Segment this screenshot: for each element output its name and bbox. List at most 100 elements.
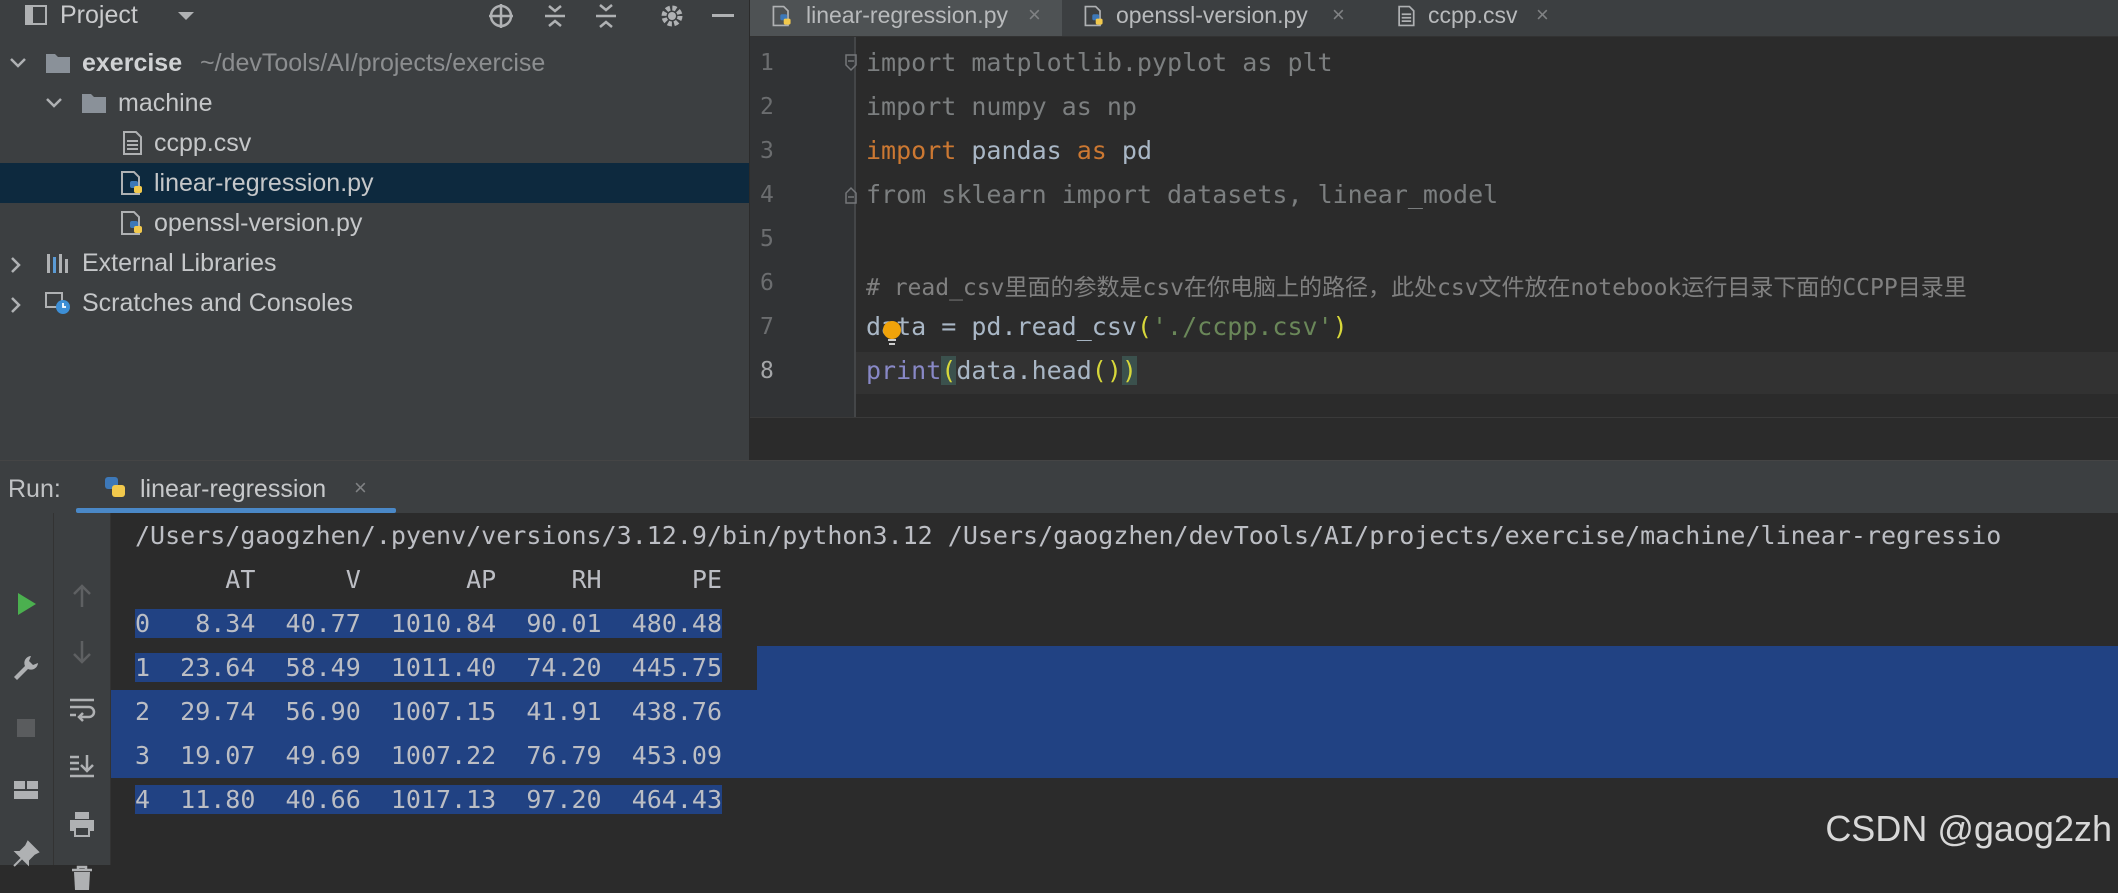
code-line-4[interactable]: from sklearn import datasets, linear_mod… xyxy=(866,180,1498,209)
trash-icon[interactable] xyxy=(67,863,97,893)
console-table-row: 2 29.74 56.90 1007.15 41.91 438.76 xyxy=(135,690,722,734)
tree-label: linear-regression.py xyxy=(154,169,374,197)
console-row-text: 4 11.80 40.66 1017.13 97.20 464.43 xyxy=(135,785,722,814)
scratches-icon xyxy=(45,292,70,314)
tree-item-linear-regression[interactable]: linear-regression.py xyxy=(0,163,749,203)
chevron-right-icon[interactable] xyxy=(8,255,24,275)
watermark: CSDN @gaog2zh xyxy=(1825,808,2112,849)
close-icon[interactable]: × xyxy=(1536,0,1549,30)
gear-icon[interactable] xyxy=(658,2,686,30)
code-line-1[interactable]: import matplotlib.pyplot as plt xyxy=(866,48,1333,77)
tree-item-ccpp-csv[interactable]: ccpp.csv xyxy=(0,123,749,163)
chevron-down-icon[interactable] xyxy=(44,95,64,111)
run-tool-window: Run: linear-regression × /Users/gaogzhen… xyxy=(0,460,2118,890)
pin-icon[interactable] xyxy=(11,839,41,869)
tree-item-exercise[interactable]: exercise ~/devTools/AI/projects/exercise xyxy=(0,43,749,83)
project-header: Project xyxy=(0,0,749,32)
tab-ccpp-csv[interactable]: ccpp.csv × xyxy=(1374,0,1574,36)
code-line-8[interactable]: print(data.head()) xyxy=(866,356,1137,385)
run-label: Run: xyxy=(8,475,61,503)
console-row-text: 1 23.64 58.49 1011.40 74.20 445.75 xyxy=(135,653,722,682)
run-toolbar-left xyxy=(0,513,54,867)
wrench-icon[interactable] xyxy=(11,653,41,683)
python-file-icon xyxy=(772,5,791,27)
line-number: 5 xyxy=(760,226,774,252)
tab-run-linear-regression[interactable]: linear-regression × xyxy=(76,461,396,513)
keyword: import xyxy=(1061,180,1152,209)
console-row-text: 3 19.07 49.69 1007.22 76.79 453.09 xyxy=(135,741,722,770)
text-selection xyxy=(757,646,2118,690)
chevron-right-icon[interactable] xyxy=(8,295,24,315)
console-row-text: 0 8.34 40.77 1010.84 90.01 480.48 xyxy=(135,609,722,638)
editor-footer xyxy=(750,417,2118,461)
keyword: as xyxy=(1242,48,1273,77)
paren: ( xyxy=(941,356,957,385)
close-icon[interactable]: × xyxy=(1028,0,1041,30)
line-number: 1 xyxy=(760,50,774,76)
text-file-icon xyxy=(123,131,142,155)
editor-tab-bar: linear-regression.py × openssl-version.p… xyxy=(750,0,2118,37)
folder-icon xyxy=(46,54,70,73)
tab-openssl-version[interactable]: openssl-version.py × xyxy=(1062,0,1374,36)
project-tool-window: Project exercise ~/devTools/AI/projects/… xyxy=(0,0,750,460)
tree-item-openssl-version[interactable]: openssl-version.py xyxy=(0,203,749,243)
collapse-all-icon[interactable] xyxy=(592,2,620,30)
tree-label: Scratches and Consoles xyxy=(82,289,353,317)
arrow-down-icon[interactable] xyxy=(67,637,97,667)
text-file-icon xyxy=(1398,5,1415,27)
tree-item-scratches[interactable]: Scratches and Consoles xyxy=(0,283,749,323)
code-text: sklearn xyxy=(926,180,1062,209)
python-file-icon xyxy=(121,171,142,195)
keyword: as xyxy=(1076,136,1107,165)
expand-all-icon[interactable] xyxy=(541,2,569,30)
project-window-icon xyxy=(25,5,47,25)
soft-wrap-icon[interactable] xyxy=(67,693,97,723)
tree-label: machine xyxy=(118,89,213,117)
close-icon[interactable]: × xyxy=(354,475,367,501)
string-literal: './ccpp.csv' xyxy=(1152,312,1333,341)
paren: () xyxy=(1091,356,1122,385)
console-table-row: 3 19.07 49.69 1007.22 76.79 453.09 xyxy=(135,734,722,778)
line-number: 4 xyxy=(760,182,774,208)
code-line-3[interactable]: import pandas as pd xyxy=(866,136,1152,165)
rerun-icon[interactable] xyxy=(11,589,41,619)
intention-bulb-icon[interactable] xyxy=(882,320,902,346)
code-text: data = pd.read_csv xyxy=(866,312,1137,341)
run-tab-label: linear-regression xyxy=(140,475,327,503)
fold-marker-icon[interactable] xyxy=(844,54,858,72)
keyword: from xyxy=(866,180,927,209)
close-icon[interactable]: × xyxy=(1332,0,1345,30)
keyword: import xyxy=(866,136,957,165)
code-line-2[interactable]: import numpy as np xyxy=(866,92,1137,121)
fold-marker-icon[interactable] xyxy=(844,186,858,204)
scroll-to-end-icon[interactable] xyxy=(67,751,97,781)
tab-linear-regression[interactable]: linear-regression.py × xyxy=(750,0,1062,36)
chevron-down-icon[interactable] xyxy=(8,55,28,71)
line-number: 6 xyxy=(760,270,774,296)
run-header: Run: linear-regression × xyxy=(0,461,2118,513)
keyword: as xyxy=(1061,92,1092,121)
layout-icon[interactable] xyxy=(11,775,41,805)
hide-panel-icon[interactable] xyxy=(709,2,737,30)
line-number: 8 xyxy=(760,358,774,384)
code-line-7[interactable]: data = pd.read_csv('./ccpp.csv') xyxy=(866,312,1348,341)
arrow-up-icon[interactable] xyxy=(67,581,97,611)
tab-label: ccpp.csv xyxy=(1428,2,1518,28)
python-file-icon xyxy=(121,211,142,235)
tree-item-machine[interactable]: machine xyxy=(0,83,749,123)
tree-label: openssl-version.py xyxy=(154,209,363,237)
chevron-down-icon[interactable] xyxy=(176,10,196,22)
code-line-6-comment[interactable]: # read_csv里面的参数是csv在你电脑上的路径，此处csv文件放在not… xyxy=(866,268,1967,302)
tree-label: ccpp.csv xyxy=(154,129,252,157)
locate-file-icon[interactable] xyxy=(487,2,515,30)
project-view-selector[interactable]: Project xyxy=(60,0,138,30)
tree-item-external-libraries[interactable]: External Libraries xyxy=(0,243,749,283)
run-console-output[interactable]: /Users/gaogzhen/.pyenv/versions/3.12.9/b… xyxy=(111,513,2118,865)
code-text: numpy xyxy=(956,92,1062,121)
code-text: np xyxy=(1091,92,1137,121)
code-text: pd xyxy=(1106,136,1152,165)
stop-icon[interactable] xyxy=(11,713,41,743)
tree-label: exercise xyxy=(82,49,183,77)
print-icon[interactable] xyxy=(67,809,97,839)
console-table-row: 1 23.64 58.49 1011.40 74.20 445.75 xyxy=(135,646,722,690)
